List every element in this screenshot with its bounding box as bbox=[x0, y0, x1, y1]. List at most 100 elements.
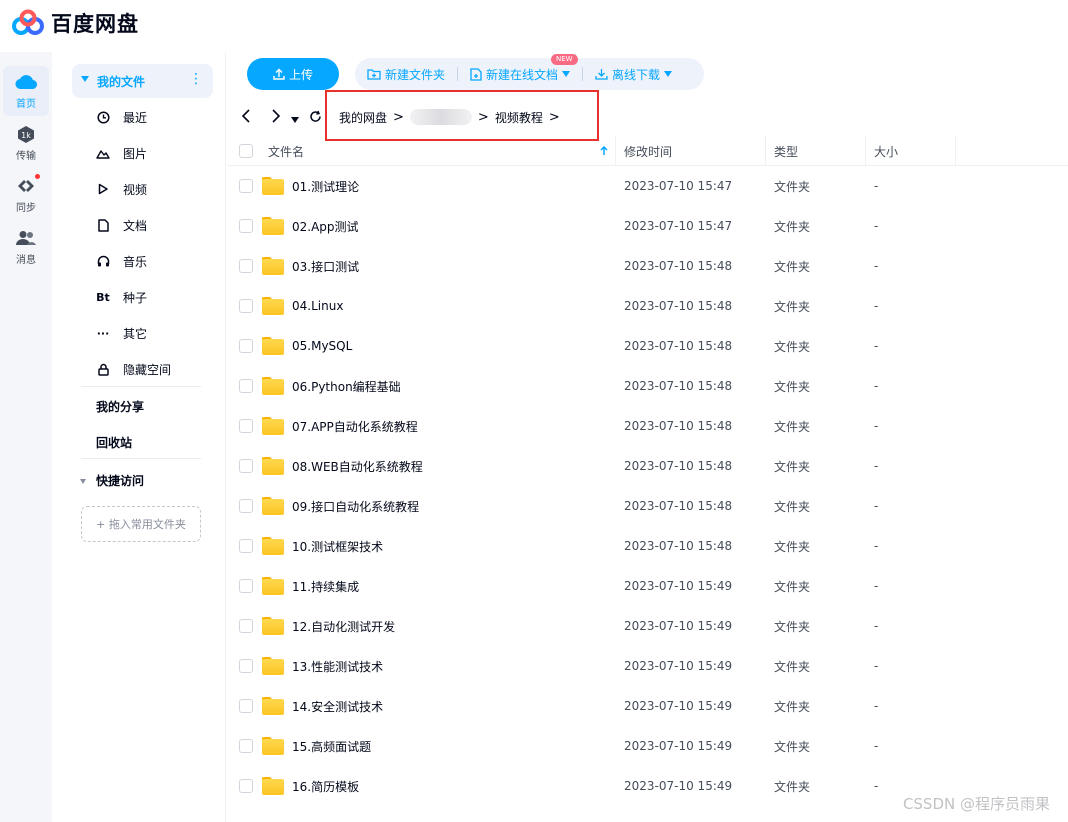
file-name[interactable]: 15.高频面试题 bbox=[292, 726, 371, 766]
modified-time: 2023-07-10 15:48 bbox=[624, 419, 733, 433]
row-checkbox[interactable] bbox=[239, 446, 253, 486]
row-checkbox[interactable] bbox=[239, 606, 253, 646]
table-row[interactable]: 03.接口测试 2023-07-10 15:48 文件夹 - bbox=[227, 246, 1068, 286]
logo[interactable]: 百度网盘 bbox=[11, 8, 139, 38]
file-size: - bbox=[874, 219, 879, 233]
sidebar-item-my-share[interactable]: 我的分享 bbox=[96, 398, 144, 415]
table-row[interactable]: 12.自动化测试开发 2023-07-10 15:49 文件夹 - bbox=[227, 606, 1068, 646]
folder-icon bbox=[262, 486, 284, 526]
sort-ascending-icon[interactable] bbox=[600, 136, 608, 166]
row-checkbox[interactable] bbox=[239, 486, 253, 526]
sidebar-section-my-files[interactable]: 我的文件 ⋮ bbox=[72, 64, 213, 98]
refresh-icon[interactable] bbox=[309, 108, 322, 127]
sidebar-item-images[interactable]: 图片 bbox=[96, 143, 147, 163]
row-checkbox[interactable] bbox=[239, 726, 253, 766]
watermark: CSSDN @程序员雨果 bbox=[902, 795, 1050, 813]
table-row[interactable]: 02.App测试 2023-07-10 15:47 文件夹 - bbox=[227, 206, 1068, 246]
sidebar-item-torrents[interactable]: Bt 种子 bbox=[96, 287, 147, 307]
sidebar-item-recent[interactable]: 最近 bbox=[96, 107, 147, 127]
back-arrow-icon[interactable] bbox=[241, 108, 251, 127]
file-name[interactable]: 11.持续集成 bbox=[292, 566, 359, 606]
app-header: 百度网盘 bbox=[0, 0, 1068, 46]
file-name[interactable]: 08.WEB自动化系统教程 bbox=[292, 446, 423, 486]
dropdown-caret-icon bbox=[664, 71, 673, 77]
modified-time: 2023-07-10 15:49 bbox=[624, 579, 733, 593]
offline-download-button[interactable]: 离线下载 bbox=[583, 58, 684, 90]
table-row[interactable]: 08.WEB自动化系统教程 2023-07-10 15:48 文件夹 - bbox=[227, 446, 1068, 486]
more-options-icon[interactable]: ⋮ bbox=[189, 71, 203, 87]
table-row[interactable]: 06.Python编程基础 2023-07-10 15:48 文件夹 - bbox=[227, 366, 1068, 406]
row-checkbox[interactable] bbox=[239, 246, 253, 286]
file-name[interactable]: 06.Python编程基础 bbox=[292, 366, 401, 406]
history-dropdown-icon[interactable] bbox=[291, 108, 299, 127]
breadcrumb-current[interactable]: 视频教程 bbox=[495, 109, 543, 126]
file-name[interactable]: 13.性能测试技术 bbox=[292, 646, 383, 686]
rail-item-transfer[interactable]: 1k 传输 bbox=[0, 118, 52, 168]
column-header-name[interactable]: 文件名 bbox=[268, 136, 304, 166]
column-header-size[interactable]: 大小 bbox=[874, 136, 898, 166]
file-name[interactable]: 16.简历模板 bbox=[292, 766, 359, 806]
row-checkbox[interactable] bbox=[239, 206, 253, 246]
table-row[interactable]: 11.持续集成 2023-07-10 15:49 文件夹 - bbox=[227, 566, 1068, 606]
sidebar-item-music[interactable]: 音乐 bbox=[96, 251, 147, 271]
row-checkbox[interactable] bbox=[239, 686, 253, 726]
file-name[interactable]: 05.MySQL bbox=[292, 326, 352, 366]
divider bbox=[81, 458, 201, 459]
file-name[interactable]: 04.Linux bbox=[292, 286, 343, 326]
column-header-modified[interactable]: 修改时间 bbox=[624, 136, 672, 166]
file-type: 文件夹 bbox=[774, 699, 811, 714]
file-name[interactable]: 12.自动化测试开发 bbox=[292, 606, 395, 646]
new-doc-icon bbox=[470, 67, 482, 81]
file-name[interactable]: 09.接口自动化系统教程 bbox=[292, 486, 419, 526]
forward-arrow-icon[interactable] bbox=[271, 108, 281, 127]
sidebar-item-recycle-bin[interactable]: 回收站 bbox=[96, 434, 132, 451]
new-folder-button[interactable]: 新建文件夹 bbox=[355, 58, 457, 90]
drag-common-folder-zone[interactable]: + 拖入常用文件夹 bbox=[81, 506, 201, 542]
folder-icon bbox=[262, 446, 284, 486]
column-divider bbox=[765, 136, 766, 166]
breadcrumb-redacted-folder[interactable] bbox=[409, 109, 472, 125]
quick-access-header[interactable]: 快捷访问 bbox=[80, 472, 144, 489]
row-checkbox[interactable] bbox=[239, 766, 253, 806]
more-icon: ··· bbox=[96, 326, 110, 340]
row-checkbox[interactable] bbox=[239, 166, 253, 206]
row-checkbox[interactable] bbox=[239, 406, 253, 446]
upload-button[interactable]: 上传 bbox=[247, 58, 339, 90]
row-checkbox[interactable] bbox=[239, 286, 253, 326]
table-row[interactable]: 04.Linux 2023-07-10 15:48 文件夹 - bbox=[227, 286, 1068, 326]
sidebar-item-other[interactable]: ··· 其它 bbox=[96, 323, 147, 343]
row-checkbox[interactable] bbox=[239, 326, 253, 366]
row-checkbox[interactable] bbox=[239, 526, 253, 566]
table-row[interactable]: 01.测试理论 2023-07-10 15:47 文件夹 - bbox=[227, 166, 1068, 206]
folder-icon bbox=[262, 366, 284, 406]
row-checkbox[interactable] bbox=[239, 366, 253, 406]
sidebar-item-label: 隐藏空间 bbox=[123, 362, 172, 377]
table-row[interactable]: 15.高频面试题 2023-07-10 15:49 文件夹 - bbox=[227, 726, 1068, 766]
breadcrumb-root[interactable]: 我的网盘 bbox=[339, 109, 387, 126]
column-header-type[interactable]: 类型 bbox=[774, 136, 798, 166]
rail-item-sync[interactable]: 同步 bbox=[0, 170, 52, 220]
select-all-checkbox[interactable] bbox=[239, 136, 253, 166]
row-checkbox[interactable] bbox=[239, 566, 253, 606]
row-checkbox[interactable] bbox=[239, 646, 253, 686]
file-name[interactable]: 07.APP自动化系统教程 bbox=[292, 406, 418, 446]
table-row[interactable]: 13.性能测试技术 2023-07-10 15:49 文件夹 - bbox=[227, 646, 1068, 686]
download-icon bbox=[595, 69, 608, 80]
file-name[interactable]: 03.接口测试 bbox=[292, 246, 359, 286]
play-icon bbox=[96, 182, 110, 196]
sidebar-item-videos[interactable]: 视频 bbox=[96, 179, 147, 199]
rail-item-label: 首页 bbox=[16, 99, 36, 110]
table-row[interactable]: 14.安全测试技术 2023-07-10 15:49 文件夹 - bbox=[227, 686, 1068, 726]
table-row[interactable]: 10.测试框架技术 2023-07-10 15:48 文件夹 - bbox=[227, 526, 1068, 566]
file-name[interactable]: 10.测试框架技术 bbox=[292, 526, 383, 566]
table-row[interactable]: 09.接口自动化系统教程 2023-07-10 15:48 文件夹 - bbox=[227, 486, 1068, 526]
sidebar-item-documents[interactable]: 文档 bbox=[96, 215, 147, 235]
rail-item-home[interactable]: 首页 bbox=[3, 66, 49, 116]
file-name[interactable]: 01.测试理论 bbox=[292, 166, 359, 206]
file-name[interactable]: 02.App测试 bbox=[292, 206, 359, 246]
table-row[interactable]: 05.MySQL 2023-07-10 15:48 文件夹 - bbox=[227, 326, 1068, 366]
rail-item-messages[interactable]: 消息 bbox=[0, 222, 52, 272]
sidebar-item-hidden-space[interactable]: 隐藏空间 bbox=[96, 359, 171, 379]
file-name[interactable]: 14.安全测试技术 bbox=[292, 686, 383, 726]
table-row[interactable]: 07.APP自动化系统教程 2023-07-10 15:48 文件夹 - bbox=[227, 406, 1068, 446]
